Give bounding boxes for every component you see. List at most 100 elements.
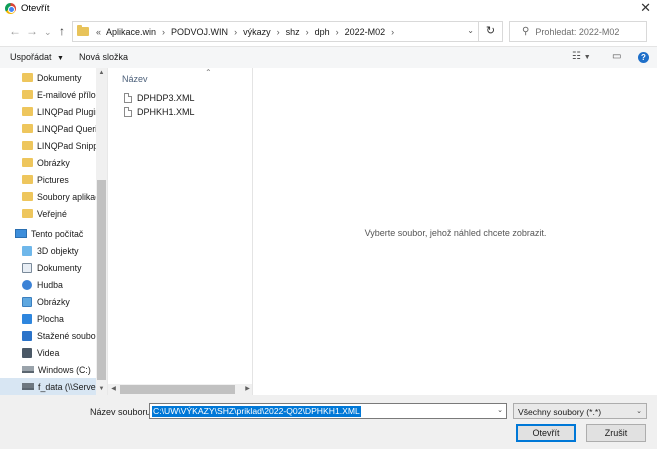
sidebar-item[interactable]: LINQPad Querie xyxy=(0,120,96,137)
window-title: Otevřít xyxy=(21,2,50,14)
sidebar-item[interactable]: Veřejné xyxy=(0,205,96,222)
chrome-icon xyxy=(5,2,16,14)
sidebar-item-label: Dokumenty xyxy=(37,262,82,273)
breadcrumb-item[interactable]: shz xyxy=(286,27,300,37)
file-name: DPHKH1.XML xyxy=(137,107,195,117)
sidebar-item[interactable]: LINQPad Plugins xyxy=(0,103,96,120)
documents-icon xyxy=(22,262,32,273)
open-button[interactable]: Otevřít xyxy=(516,424,576,442)
breadcrumb-separator-icon[interactable]: › xyxy=(234,27,237,37)
sidebar-item-selected[interactable]: f_data (\\Server2 xyxy=(0,378,96,395)
file-icon xyxy=(124,107,132,117)
sidebar-item[interactable]: Soubory aplikac xyxy=(0,188,96,205)
refresh-icon[interactable]: ↻ xyxy=(478,22,502,41)
organize-button[interactable]: Uspořádat ▼ xyxy=(10,52,64,62)
back-icon[interactable]: ← xyxy=(9,24,21,38)
scroll-down-icon[interactable]: ▼ xyxy=(96,384,107,395)
3d-objects-icon xyxy=(22,245,32,256)
sidebar-item-label: Windows (C:) xyxy=(38,364,91,375)
folder-icon xyxy=(22,73,33,82)
file-item[interactable]: DPHKH1.XML xyxy=(124,105,195,119)
sidebar-item[interactable]: Hudba xyxy=(0,276,96,293)
breadcrumb-separator-icon[interactable]: › xyxy=(277,27,280,37)
folder-icon xyxy=(77,25,89,36)
sidebar-item[interactable]: Obrázky xyxy=(0,293,96,310)
sidebar-item[interactable]: 3D objekty xyxy=(0,242,96,259)
filename-input[interactable]: C:\UW\VÝKAZY\SHZ\priklad\2022-Q02\DPHKH1… xyxy=(149,403,507,419)
view-options-icon[interactable]: ☷ ▼ xyxy=(572,51,591,62)
breadcrumb-separator-icon[interactable]: › xyxy=(336,27,339,37)
breadcrumb-separator-icon[interactable]: › xyxy=(306,27,309,37)
up-icon[interactable]: ↑ xyxy=(59,24,65,38)
sidebar-item[interactable]: Videa xyxy=(0,344,96,361)
sidebar-item-label: Veřejné xyxy=(37,208,67,219)
sidebar-item[interactable]: Plocha xyxy=(0,310,96,327)
sidebar-item-label: Obrázky xyxy=(37,296,70,307)
sidebar-item[interactable]: Windows (C:) xyxy=(0,361,96,378)
search-box[interactable]: ⚲ Prohledat: 2022-M02 xyxy=(509,21,647,42)
cancel-button[interactable]: Zrušit xyxy=(586,424,646,442)
search-placeholder: Prohledat: 2022-M02 xyxy=(535,26,620,37)
scroll-left-icon[interactable]: ◀ xyxy=(108,384,119,395)
sidebar-item[interactable]: Pictures xyxy=(0,171,96,188)
recent-locations-icon[interactable]: ⌄ xyxy=(44,25,52,39)
breadcrumb-separator-icon[interactable]: › xyxy=(162,27,165,37)
sidebar-item-label: Hudba xyxy=(37,279,63,290)
new-folder-button[interactable]: Nová složka xyxy=(79,52,128,62)
sidebar-item[interactable]: LINQPad Snippe xyxy=(0,137,96,154)
help-icon[interactable]: ? xyxy=(638,52,649,63)
file-list-scrollbar[interactable]: ◀ ▶ xyxy=(108,384,253,395)
sidebar-item-label: 3D objekty xyxy=(37,245,79,256)
file-list: ⌃ Název DPHDP3.XML DPHKH1.XML ◀ ▶ xyxy=(107,68,253,395)
folder-icon xyxy=(22,124,33,133)
chevron-down-icon[interactable]: ⌄ xyxy=(497,406,503,414)
folder-icon xyxy=(22,141,33,150)
sidebar-item[interactable]: Dokumenty xyxy=(0,69,96,86)
title-bar: Otevřít ✕ xyxy=(0,0,657,16)
preview-message: Vyberte soubor, jehož náhled chcete zobr… xyxy=(364,228,547,238)
navigation-pane: Dokumenty E-mailové příloh LINQPad Plugi… xyxy=(0,68,96,395)
computer-icon xyxy=(15,229,27,238)
sort-indicator-icon: ⌃ xyxy=(205,68,212,77)
chevron-down-icon: ⌄ xyxy=(636,408,642,415)
pictures-icon xyxy=(22,296,32,307)
breadcrumb-item[interactable]: 2022-M02 xyxy=(345,27,386,37)
file-item[interactable]: DPHDP3.XML xyxy=(124,91,195,105)
file-icon xyxy=(124,93,132,103)
breadcrumb-separator-icon[interactable]: › xyxy=(391,27,394,37)
scrollbar-thumb[interactable] xyxy=(97,180,106,380)
sidebar-item-label: LINQPad Snippe xyxy=(37,140,96,151)
breadcrumb-item[interactable]: Aplikace.win xyxy=(106,27,156,37)
folder-icon xyxy=(22,90,33,99)
address-bar[interactable]: « Aplikace.win › PODVOJ.WIN › výkazy › s… xyxy=(72,21,503,42)
music-icon xyxy=(22,279,32,290)
sidebar-item[interactable]: Stažené soubory xyxy=(0,327,96,344)
sidebar-item-this-pc[interactable]: Tento počítač xyxy=(0,225,96,242)
breadcrumb-item[interactable]: dph xyxy=(315,27,330,37)
close-icon[interactable]: ✕ xyxy=(640,1,651,15)
sidebar-item[interactable]: Dokumenty xyxy=(0,259,96,276)
column-header-name[interactable]: Název xyxy=(122,74,148,84)
sidebar-item-label: f_data (\\Server2 xyxy=(38,381,96,392)
filename-value: C:\UW\VÝKAZY\SHZ\priklad\2022-Q02\DPHKH1… xyxy=(152,406,361,417)
sidebar-item-label: LINQPad Plugins xyxy=(37,106,96,117)
breadcrumb-item[interactable]: výkazy xyxy=(243,27,271,37)
forward-icon[interactable]: → xyxy=(26,24,38,38)
breadcrumb-item[interactable]: PODVOJ.WIN xyxy=(171,27,228,37)
chevron-down-icon[interactable]: ⌄ xyxy=(467,26,474,35)
preview-pane-icon[interactable]: ▭ xyxy=(612,51,621,62)
sidebar-item-label: LINQPad Querie xyxy=(37,123,96,134)
filetype-select[interactable]: Všechny soubory (*.*) ⌄ xyxy=(513,403,647,419)
sidebar-item[interactable]: E-mailové příloh xyxy=(0,86,96,103)
scroll-up-icon[interactable]: ▲ xyxy=(96,68,107,79)
scrollbar-thumb[interactable] xyxy=(120,385,235,394)
breadcrumb-overflow-icon[interactable]: « xyxy=(96,27,101,37)
preview-pane: Vyberte soubor, jehož náhled chcete zobr… xyxy=(252,68,657,395)
sidebar-item-label: Pictures xyxy=(37,174,69,185)
sidebar-scrollbar[interactable]: ▲ ▼ xyxy=(96,68,107,395)
sidebar-item[interactable]: Obrázky xyxy=(0,154,96,171)
chevron-down-icon: ▼ xyxy=(57,55,64,62)
navigation-bar: ← → ⌄ ↑ « Aplikace.win › PODVOJ.WIN › vý… xyxy=(0,16,657,46)
desktop-icon xyxy=(22,313,32,324)
folder-icon xyxy=(22,175,33,184)
